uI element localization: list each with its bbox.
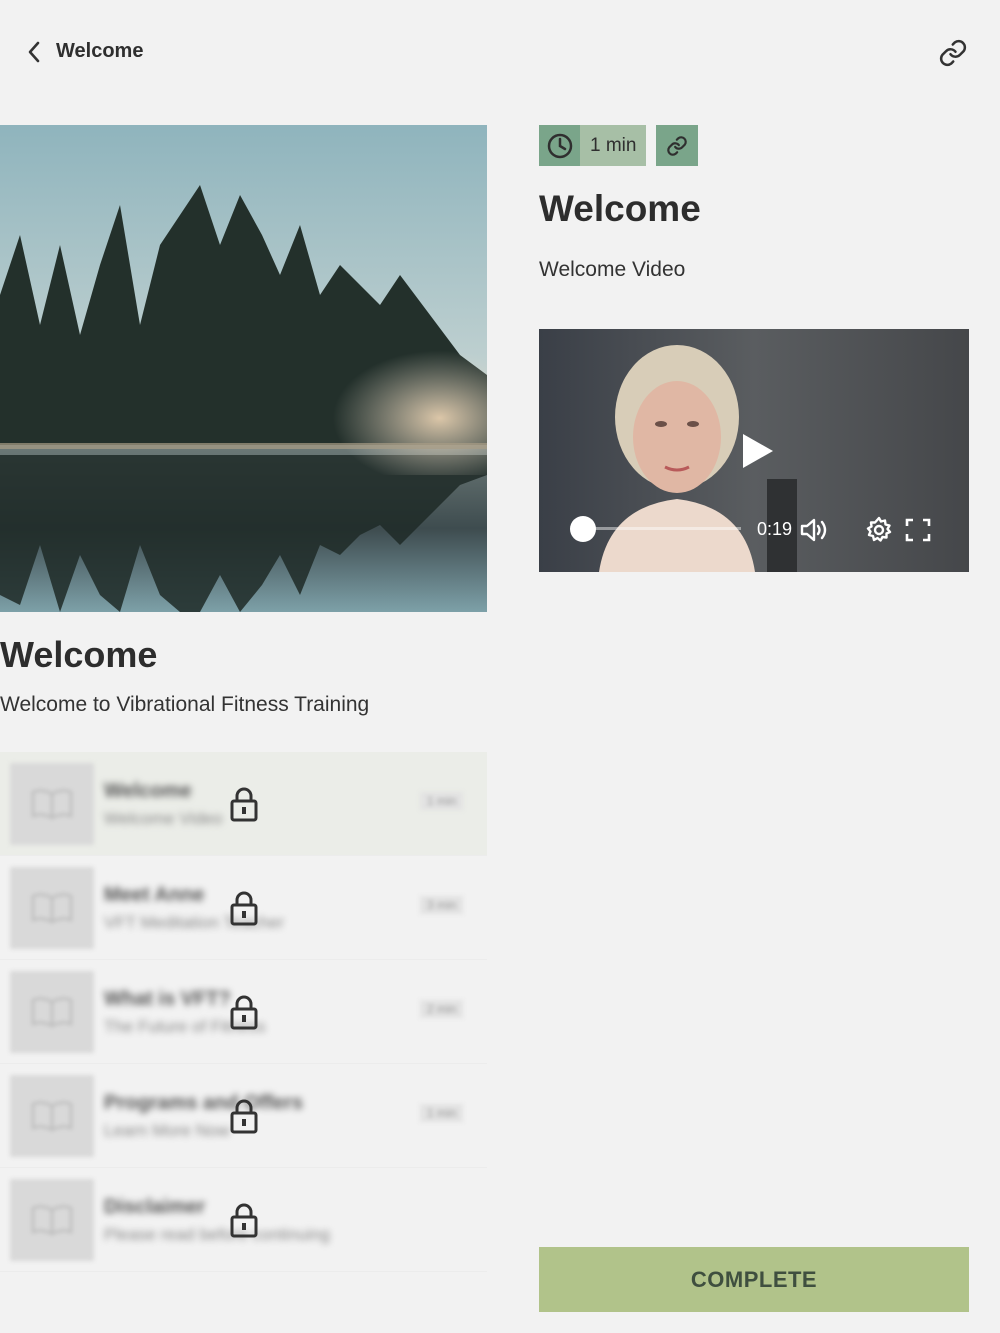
link-icon: [667, 135, 688, 156]
back-button[interactable]: [22, 38, 46, 66]
lesson-description: Welcome Video: [104, 809, 223, 828]
lesson-thumbnail: [10, 867, 94, 949]
lesson-duration: 1 min: [420, 792, 464, 810]
course-cover-image: [0, 125, 487, 612]
play-icon[interactable]: [737, 430, 777, 472]
lesson-description: Please read before continuing: [104, 1225, 330, 1244]
lesson-link-button[interactable]: [656, 125, 699, 166]
lesson-name: Disclaimer: [104, 1196, 206, 1218]
lesson-subtitle: Welcome Video: [539, 258, 686, 281]
fullscreen-icon[interactable]: [905, 518, 931, 542]
course-title: Welcome: [0, 634, 158, 675]
book-icon: [31, 997, 73, 1028]
lock-icon: [230, 787, 258, 822]
video-progress-knob[interactable]: [570, 516, 596, 542]
lock-icon: [230, 1099, 258, 1134]
lesson-item[interactable]: Meet Anne VFT Meditation Teacher 3 min: [0, 856, 487, 960]
clock-icon: [547, 133, 572, 158]
lesson-item[interactable]: Welcome Welcome Video 1 min: [0, 752, 487, 856]
book-icon: [31, 1205, 73, 1236]
chevron-left-icon: [28, 41, 40, 63]
header-title: Welcome: [56, 40, 144, 62]
lesson-meta: 1 min: [539, 125, 699, 166]
lesson-description: Learn More Now: [104, 1121, 230, 1140]
lock-icon: [230, 995, 258, 1030]
link-icon: [939, 39, 967, 67]
top-bar: Welcome: [0, 0, 1000, 104]
lesson-item[interactable]: Disclaimer Please read before continuing: [0, 1168, 487, 1272]
lesson-duration: 3 min: [420, 896, 464, 914]
complete-button[interactable]: COMPLETE: [539, 1247, 969, 1312]
volume-icon[interactable]: [799, 517, 829, 543]
duration-badge: 1 min: [539, 125, 647, 166]
lesson-thumbnail: [10, 763, 94, 845]
book-icon: [31, 893, 73, 924]
lesson-item[interactable]: Programs and Offers Learn More Now 1 min: [0, 1064, 487, 1168]
gear-icon[interactable]: [865, 516, 893, 544]
book-icon: [31, 1101, 73, 1132]
lesson-list: Welcome Welcome Video 1 min Meet Anne VF…: [0, 752, 487, 1272]
share-link-button[interactable]: [936, 36, 970, 70]
lesson-name: Welcome: [104, 780, 192, 802]
video-player[interactable]: 0:19: [539, 329, 969, 572]
lesson-duration: 1 min: [420, 1104, 464, 1122]
duration-label: 1 min: [580, 125, 647, 166]
lesson-duration: 2 min: [420, 1000, 464, 1018]
lesson-name: Programs and Offers: [104, 1092, 303, 1114]
lesson-thumbnail: [10, 971, 94, 1053]
book-icon: [31, 789, 73, 820]
lock-icon: [230, 1203, 258, 1238]
lock-icon: [230, 891, 258, 926]
lesson-thumbnail: [10, 1075, 94, 1157]
video-time: 0:19: [757, 519, 793, 539]
lesson-title: Welcome: [539, 188, 701, 229]
lesson-thumbnail: [10, 1179, 94, 1261]
course-subtitle: Welcome to Vibrational Fitness Training: [0, 693, 370, 716]
video-progress-track[interactable]: [583, 527, 741, 530]
lesson-item[interactable]: What is VFT? The Future of Fitness 2 min: [0, 960, 487, 1064]
